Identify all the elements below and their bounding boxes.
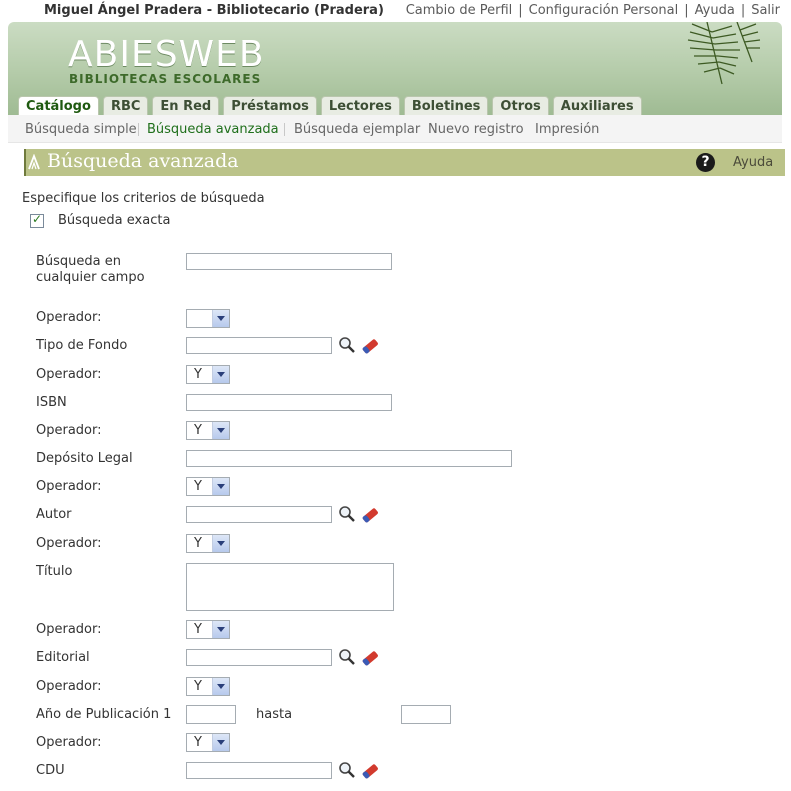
salir-link[interactable]: Salir bbox=[751, 3, 780, 18]
editorial-input[interactable] bbox=[186, 649, 332, 666]
deposito-legal-input[interactable] bbox=[186, 450, 512, 467]
chevron-down-icon bbox=[212, 422, 229, 439]
editorial-label: Editorial bbox=[36, 650, 90, 665]
search-icon[interactable] bbox=[338, 505, 356, 523]
autor-input[interactable] bbox=[186, 506, 332, 523]
chevron-down-icon bbox=[212, 366, 229, 383]
operator-select[interactable]: Y bbox=[186, 421, 230, 440]
tab-otros[interactable]: Otros bbox=[492, 96, 549, 116]
search-icon[interactable] bbox=[338, 761, 356, 779]
eraser-icon[interactable] bbox=[360, 649, 380, 667]
tab-en-red[interactable]: En Red bbox=[152, 96, 220, 116]
cambio-perfil-link[interactable]: Cambio de Perfil bbox=[406, 3, 513, 18]
tab-boletines[interactable]: Boletines bbox=[403, 96, 489, 116]
operator-select[interactable]: Y bbox=[186, 677, 230, 696]
isbn-label: ISBN bbox=[36, 395, 67, 410]
operator-select[interactable]: Y bbox=[186, 620, 230, 639]
tab-auxiliares[interactable]: Auxiliares bbox=[552, 96, 642, 116]
operator-select[interactable]: Y bbox=[186, 477, 230, 496]
search-icon[interactable] bbox=[338, 648, 356, 666]
eraser-icon[interactable] bbox=[360, 337, 380, 355]
app-logo-subtitle: BIBLIOTECAS ESCOLARES bbox=[69, 72, 262, 86]
subnav-busqueda-avanzada[interactable]: Búsqueda avanzada bbox=[147, 122, 279, 137]
subnav-nuevo-registro[interactable]: Nuevo registro bbox=[428, 122, 524, 137]
operator-value: Y bbox=[194, 679, 202, 694]
divider bbox=[138, 123, 139, 136]
operator-value: Y bbox=[194, 735, 202, 750]
hasta-label: hasta bbox=[256, 707, 293, 722]
tab-lectores[interactable]: Lectores bbox=[320, 96, 400, 116]
operator-value: Y bbox=[194, 536, 202, 551]
tab-catalogo[interactable]: Catálogo bbox=[18, 96, 99, 116]
chevron-down-icon bbox=[212, 310, 229, 327]
separator: | bbox=[684, 3, 689, 18]
subnav-busqueda-simple[interactable]: Búsqueda simple bbox=[25, 122, 137, 137]
pine-branch-icon bbox=[687, 22, 761, 85]
section-logo-icon bbox=[28, 154, 40, 170]
tipo-fondo-label: Tipo de Fondo bbox=[36, 338, 128, 353]
operator-label: Operador: bbox=[36, 310, 102, 325]
divider bbox=[284, 123, 285, 136]
operator-select[interactable]: Y bbox=[186, 534, 230, 553]
operator-value: Y bbox=[194, 423, 202, 438]
operator-value: Y bbox=[194, 622, 202, 637]
main-tabs: Catálogo RBC En Red Préstamos Lectores B… bbox=[18, 96, 646, 116]
titulo-label: Título bbox=[36, 564, 73, 579]
check-icon: ✓ bbox=[32, 212, 43, 226]
configuracion-link[interactable]: Configuración Personal bbox=[529, 3, 679, 18]
operator-label: Operador: bbox=[36, 536, 102, 551]
chevron-down-icon bbox=[212, 478, 229, 495]
top-user-bar: Miguel Ángel Pradera - Bibliotecario (Pr… bbox=[0, 0, 791, 22]
operator-select[interactable]: Y bbox=[186, 365, 230, 384]
operator-label: Operador: bbox=[36, 479, 102, 494]
section-title-bar: Búsqueda avanzada ? Ayuda bbox=[24, 149, 785, 176]
chevron-down-icon bbox=[212, 621, 229, 638]
help-icon[interactable]: ? bbox=[696, 153, 715, 172]
cdu-input[interactable] bbox=[186, 762, 332, 779]
app-logo: ABIESWEB bbox=[68, 34, 265, 75]
sub-navigation: Búsqueda simple Búsqueda avanzada Búsque… bbox=[8, 115, 782, 143]
anio-desde-input[interactable] bbox=[186, 705, 236, 724]
separator: | bbox=[518, 3, 523, 18]
subnav-busqueda-ejemplar[interactable]: Búsqueda ejemplar bbox=[294, 122, 420, 137]
operator-value: Y bbox=[194, 479, 202, 494]
page-title: Búsqueda avanzada bbox=[47, 150, 239, 172]
exact-search-checkbox[interactable]: ✓ bbox=[30, 212, 44, 228]
eraser-icon[interactable] bbox=[360, 506, 380, 524]
tab-rbc[interactable]: RBC bbox=[102, 96, 149, 116]
ayuda-top-link[interactable]: Ayuda bbox=[695, 3, 735, 18]
user-name: Miguel Ángel Pradera - Bibliotecario (Pr… bbox=[44, 3, 384, 18]
operator-label: Operador: bbox=[36, 679, 102, 694]
operator-select-empty[interactable] bbox=[186, 309, 230, 328]
tab-prestamos[interactable]: Préstamos bbox=[223, 96, 317, 116]
exact-search-label: Búsqueda exacta bbox=[58, 213, 171, 228]
titulo-textarea[interactable] bbox=[186, 563, 394, 611]
operator-label: Operador: bbox=[36, 622, 102, 637]
separator: | bbox=[740, 3, 746, 18]
chevron-down-icon bbox=[212, 734, 229, 751]
operator-label: Operador: bbox=[36, 367, 102, 382]
cdu-label: CDU bbox=[36, 763, 65, 778]
help-link[interactable]: Ayuda bbox=[733, 155, 773, 170]
isbn-input[interactable] bbox=[186, 394, 392, 411]
search-icon[interactable] bbox=[338, 336, 356, 354]
eraser-icon[interactable] bbox=[360, 762, 380, 780]
chevron-down-icon bbox=[212, 535, 229, 552]
any-field-input[interactable] bbox=[186, 253, 392, 270]
any-field-label: Búsqueda en cualquier campo bbox=[36, 254, 145, 285]
autor-label: Autor bbox=[36, 507, 72, 522]
tipo-fondo-input[interactable] bbox=[186, 337, 332, 354]
operator-label: Operador: bbox=[36, 735, 102, 750]
search-instructions: Especifique los criterios de búsqueda bbox=[22, 191, 265, 206]
chevron-down-icon bbox=[212, 678, 229, 695]
top-links: Cambio de Perfil | Configuración Personal |… bbox=[406, 3, 780, 18]
operator-select[interactable]: Y bbox=[186, 733, 230, 752]
deposito-legal-label: Depósito Legal bbox=[36, 451, 133, 466]
anio-publicacion-label: Año de Publicación 1 bbox=[36, 707, 172, 722]
subnav-impresion[interactable]: Impresión bbox=[535, 122, 599, 137]
anio-hasta-input[interactable] bbox=[401, 705, 451, 724]
operator-label: Operador: bbox=[36, 423, 102, 438]
operator-value: Y bbox=[194, 367, 202, 382]
